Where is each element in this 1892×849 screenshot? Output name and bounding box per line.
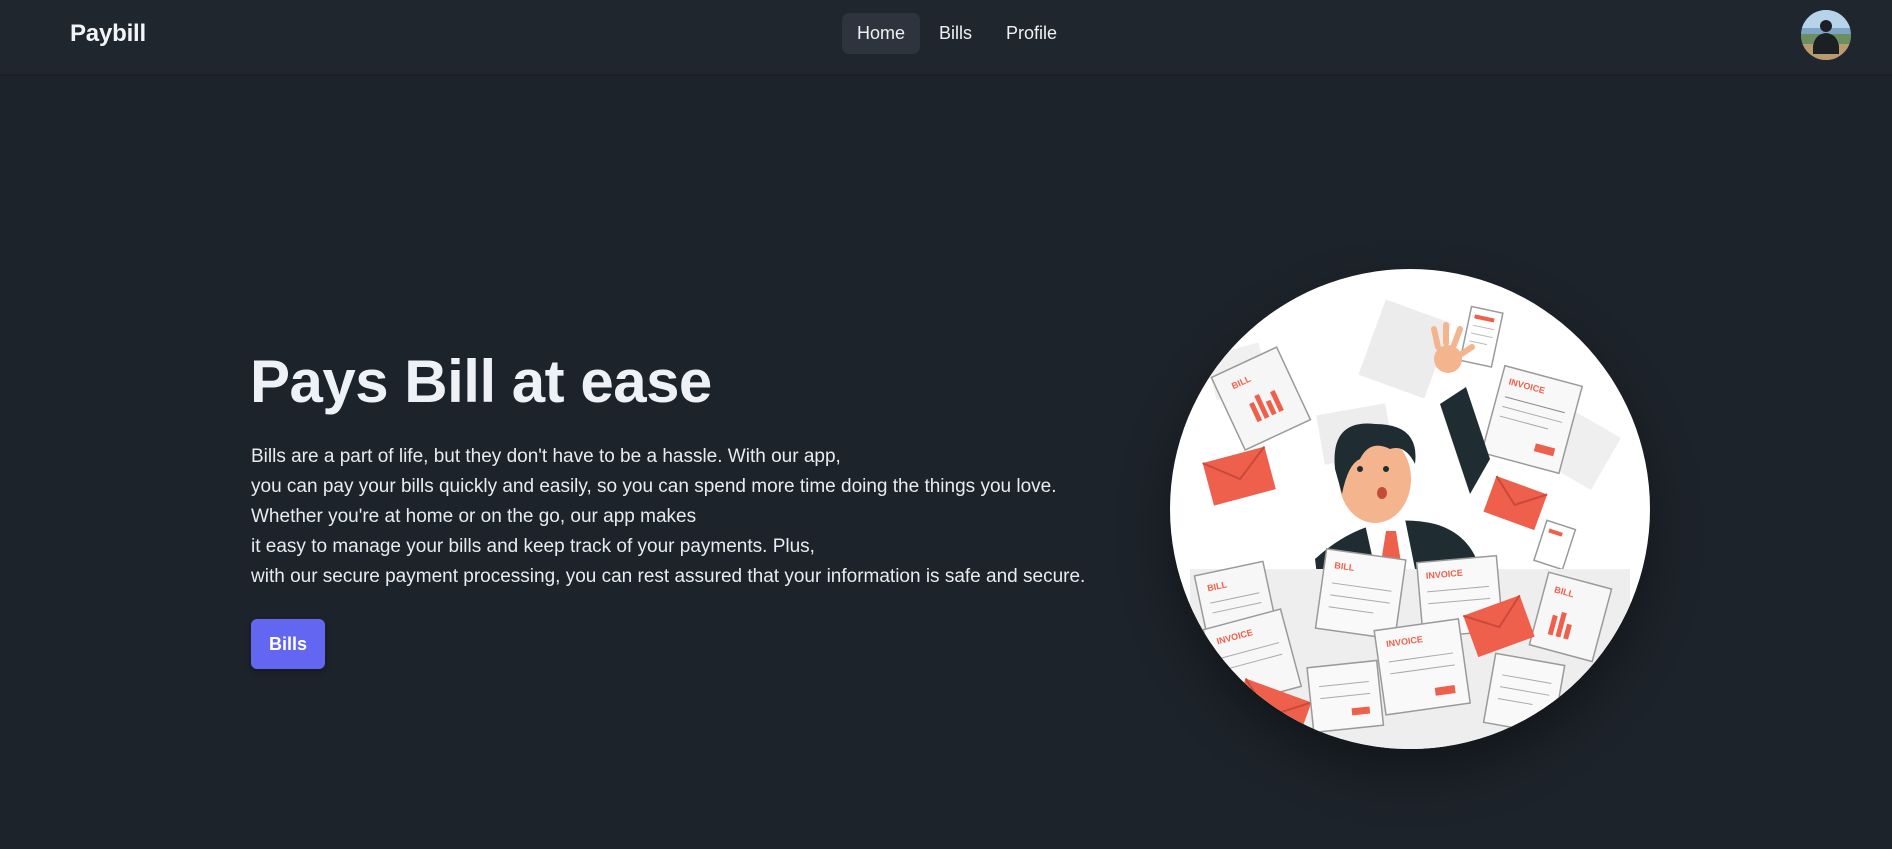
nav-item-home[interactable]: Home xyxy=(842,13,921,54)
avatar-icon xyxy=(1801,10,1851,60)
hero-line: Bills are a part of life, but they don't… xyxy=(251,446,841,467)
brand-logo[interactable]: Paybill xyxy=(70,20,146,48)
bills-pile-illustration: BILL INVOICE BILL BILL INVOICE INVOICE I… xyxy=(1190,299,1630,749)
hero-illustration: BILL INVOICE BILL BILL INVOICE INVOICE I… xyxy=(1170,269,1650,749)
bills-button[interactable]: Bills xyxy=(251,619,325,669)
navbar: Paybill Home Bills Profile xyxy=(0,0,1892,74)
nav-item-bills[interactable]: Bills xyxy=(924,13,987,54)
hero-line: Whether you're at home or on the go, our… xyxy=(251,506,697,527)
hero-line: with our secure payment processing, you … xyxy=(251,566,1086,587)
nav-menu: Home Bills Profile xyxy=(842,13,1072,54)
user-avatar[interactable] xyxy=(1801,10,1851,60)
hero-line: it easy to manage your bills and keep tr… xyxy=(251,536,815,557)
hero-description: Bills are a part of life, but they don't… xyxy=(251,442,1151,592)
nav-item-profile[interactable]: Profile xyxy=(991,13,1072,54)
hero-line: you can pay your bills quickly and easil… xyxy=(251,476,1057,497)
hero-title: Pays Bill at ease xyxy=(250,348,712,415)
